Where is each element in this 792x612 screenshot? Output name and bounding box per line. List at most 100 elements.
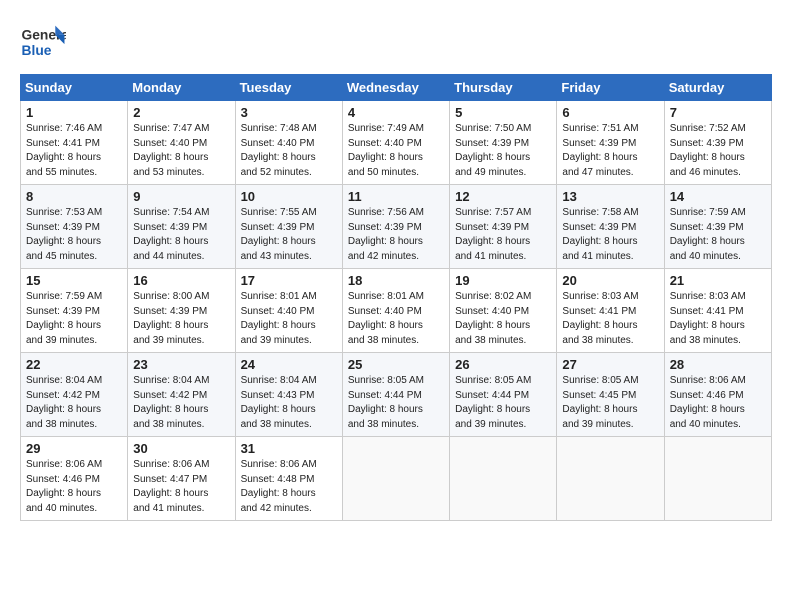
calendar-cell: 5 Sunrise: 7:50 AMSunset: 4:39 PMDaylight… xyxy=(450,101,557,185)
day-number: 14 xyxy=(670,189,766,204)
calendar-cell: 24Sunrise: 8:04 AMSunset: 4:43 PMDayligh… xyxy=(235,353,342,437)
day-number: 2 xyxy=(133,105,229,120)
cell-info: Sunrise: 7:59 AMSunset: 4:39 PMDaylight:… xyxy=(670,206,766,264)
calendar-header-friday: Friday xyxy=(557,75,664,101)
calendar-cell: 7 Sunrise: 7:52 AMSunset: 4:39 PMDaylight… xyxy=(664,101,771,185)
calendar-cell: 11 Sunrise: 7:56 AMSunset: 4:39 PMDayligh… xyxy=(342,185,449,269)
calendar-cell: 8Sunrise: 7:53 AMSunset: 4:39 PMDaylight… xyxy=(21,185,128,269)
calendar-cell: 26 Sunrise: 8:05 AMSunset: 4:44 PMDayligh… xyxy=(450,353,557,437)
calendar-cell: 25Sunrise: 8:05 AMSunset: 4:44 PMDayligh… xyxy=(342,353,449,437)
cell-info: Sunrise: 7:54 AMSunset: 4:39 PMDaylight:… xyxy=(133,206,229,264)
day-number: 3 xyxy=(241,105,337,120)
calendar-cell xyxy=(342,437,449,521)
cell-info: Sunrise: 7:52 AMSunset: 4:39 PMDaylight:… xyxy=(670,122,766,180)
calendar-cell: 6Sunrise: 7:51 AMSunset: 4:39 PMDaylight… xyxy=(557,101,664,185)
day-number: 7 xyxy=(670,105,766,120)
day-number: 26 xyxy=(455,357,551,372)
day-number: 9 xyxy=(133,189,229,204)
day-number: 18 xyxy=(348,273,444,288)
calendar-cell: 4 Sunrise: 7:49 AMSunset: 4:40 PMDaylight… xyxy=(342,101,449,185)
day-number: 13 xyxy=(562,189,658,204)
calendar-cell: 29Sunrise: 8:06 AMSunset: 4:46 PMDayligh… xyxy=(21,437,128,521)
day-number: 8 xyxy=(26,189,122,204)
cell-info: Sunrise: 8:04 AMSunset: 4:42 PMDaylight:… xyxy=(133,374,229,432)
calendar-cell: 23 Sunrise: 8:04 AMSunset: 4:42 PMDayligh… xyxy=(128,353,235,437)
cell-info: Sunrise: 7:55 AMSunset: 4:39 PMDaylight:… xyxy=(241,206,337,264)
calendar-cell: 21 Sunrise: 8:03 AMSunset: 4:41 PMDayligh… xyxy=(664,269,771,353)
calendar-cell: 31Sunrise: 8:06 AMSunset: 4:48 PMDayligh… xyxy=(235,437,342,521)
calendar-header-monday: Monday xyxy=(128,75,235,101)
calendar-header-tuesday: Tuesday xyxy=(235,75,342,101)
day-number: 17 xyxy=(241,273,337,288)
calendar-cell: 20 Sunrise: 8:03 AMSunset: 4:41 PMDayligh… xyxy=(557,269,664,353)
cell-info: Sunrise: 7:49 AMSunset: 4:40 PMDaylight:… xyxy=(348,122,444,180)
day-number: 29 xyxy=(26,441,122,456)
calendar-week-row: 22 Sunrise: 8:04 AMSunset: 4:42 PMDayligh… xyxy=(21,353,772,437)
logo: General Blue xyxy=(20,18,66,64)
day-number: 20 xyxy=(562,273,658,288)
day-number: 1 xyxy=(26,105,122,120)
calendar-cell: 30Sunrise: 8:06 AMSunset: 4:47 PMDayligh… xyxy=(128,437,235,521)
day-number: 4 xyxy=(348,105,444,120)
cell-info: Sunrise: 7:47 AMSunset: 4:40 PMDaylight:… xyxy=(133,122,229,180)
calendar-cell: 28 Sunrise: 8:06 AMSunset: 4:46 PMDayligh… xyxy=(664,353,771,437)
cell-info: Sunrise: 7:46 AMSunset: 4:41 PMDaylight:… xyxy=(26,122,122,180)
day-number: 5 xyxy=(455,105,551,120)
calendar-cell: 22 Sunrise: 8:04 AMSunset: 4:42 PMDayligh… xyxy=(21,353,128,437)
day-number: 10 xyxy=(241,189,337,204)
calendar-cell: 12 Sunrise: 7:57 AMSunset: 4:39 PMDayligh… xyxy=(450,185,557,269)
cell-info: Sunrise: 7:57 AMSunset: 4:39 PMDaylight:… xyxy=(455,206,551,264)
svg-text:Blue: Blue xyxy=(22,43,52,58)
day-number: 16 xyxy=(133,273,229,288)
calendar-cell xyxy=(450,437,557,521)
calendar-table: SundayMondayTuesdayWednesdayThursdayFrid… xyxy=(20,74,772,521)
calendar-cell: 9 Sunrise: 7:54 AMSunset: 4:39 PMDaylight… xyxy=(128,185,235,269)
calendar-cell: 17 Sunrise: 8:01 AMSunset: 4:40 PMDayligh… xyxy=(235,269,342,353)
calendar-cell: 3 Sunrise: 7:48 AMSunset: 4:40 PMDaylight… xyxy=(235,101,342,185)
cell-info: Sunrise: 8:04 AMSunset: 4:42 PMDaylight:… xyxy=(26,374,122,432)
page: General Blue SundayMondayTuesdayWednesda… xyxy=(0,0,792,612)
calendar-header-saturday: Saturday xyxy=(664,75,771,101)
calendar-header-thursday: Thursday xyxy=(450,75,557,101)
cell-info: Sunrise: 8:05 AMSunset: 4:45 PMDaylight:… xyxy=(562,374,658,432)
cell-info: Sunrise: 8:01 AMSunset: 4:40 PMDaylight:… xyxy=(348,290,444,348)
cell-info: Sunrise: 8:06 AMSunset: 4:48 PMDaylight:… xyxy=(241,458,337,516)
cell-info: Sunrise: 8:01 AMSunset: 4:40 PMDaylight:… xyxy=(241,290,337,348)
cell-info: Sunrise: 7:48 AMSunset: 4:40 PMDaylight:… xyxy=(241,122,337,180)
calendar-cell: 15 Sunrise: 7:59 AMSunset: 4:39 PMDayligh… xyxy=(21,269,128,353)
header: General Blue xyxy=(20,18,772,64)
cell-info: Sunrise: 8:00 AMSunset: 4:39 PMDaylight:… xyxy=(133,290,229,348)
cell-info: Sunrise: 8:02 AMSunset: 4:40 PMDaylight:… xyxy=(455,290,551,348)
day-number: 25 xyxy=(348,357,444,372)
cell-info: Sunrise: 8:03 AMSunset: 4:41 PMDaylight:… xyxy=(670,290,766,348)
day-number: 24 xyxy=(241,357,337,372)
calendar-cell: 2 Sunrise: 7:47 AMSunset: 4:40 PMDaylight… xyxy=(128,101,235,185)
cell-info: Sunrise: 7:50 AMSunset: 4:39 PMDaylight:… xyxy=(455,122,551,180)
day-number: 23 xyxy=(133,357,229,372)
day-number: 12 xyxy=(455,189,551,204)
cell-info: Sunrise: 7:59 AMSunset: 4:39 PMDaylight:… xyxy=(26,290,122,348)
cell-info: Sunrise: 8:03 AMSunset: 4:41 PMDaylight:… xyxy=(562,290,658,348)
calendar-header-row: SundayMondayTuesdayWednesdayThursdayFrid… xyxy=(21,75,772,101)
cell-info: Sunrise: 7:58 AMSunset: 4:39 PMDaylight:… xyxy=(562,206,658,264)
day-number: 6 xyxy=(562,105,658,120)
calendar-week-row: 8Sunrise: 7:53 AMSunset: 4:39 PMDaylight… xyxy=(21,185,772,269)
day-number: 11 xyxy=(348,189,444,204)
day-number: 21 xyxy=(670,273,766,288)
calendar-cell: 1 Sunrise: 7:46 AMSunset: 4:41 PMDaylight… xyxy=(21,101,128,185)
cell-info: Sunrise: 8:06 AMSunset: 4:46 PMDaylight:… xyxy=(670,374,766,432)
day-number: 22 xyxy=(26,357,122,372)
calendar-cell: 14 Sunrise: 7:59 AMSunset: 4:39 PMDayligh… xyxy=(664,185,771,269)
calendar-header-wednesday: Wednesday xyxy=(342,75,449,101)
calendar-week-row: 15 Sunrise: 7:59 AMSunset: 4:39 PMDayligh… xyxy=(21,269,772,353)
day-number: 30 xyxy=(133,441,229,456)
calendar-cell xyxy=(557,437,664,521)
cell-info: Sunrise: 8:05 AMSunset: 4:44 PMDaylight:… xyxy=(455,374,551,432)
day-number: 28 xyxy=(670,357,766,372)
calendar-week-row: 29Sunrise: 8:06 AMSunset: 4:46 PMDayligh… xyxy=(21,437,772,521)
cell-info: Sunrise: 7:56 AMSunset: 4:39 PMDaylight:… xyxy=(348,206,444,264)
calendar-cell: 18 Sunrise: 8:01 AMSunset: 4:40 PMDayligh… xyxy=(342,269,449,353)
day-number: 15 xyxy=(26,273,122,288)
calendar-cell xyxy=(664,437,771,521)
day-number: 27 xyxy=(562,357,658,372)
